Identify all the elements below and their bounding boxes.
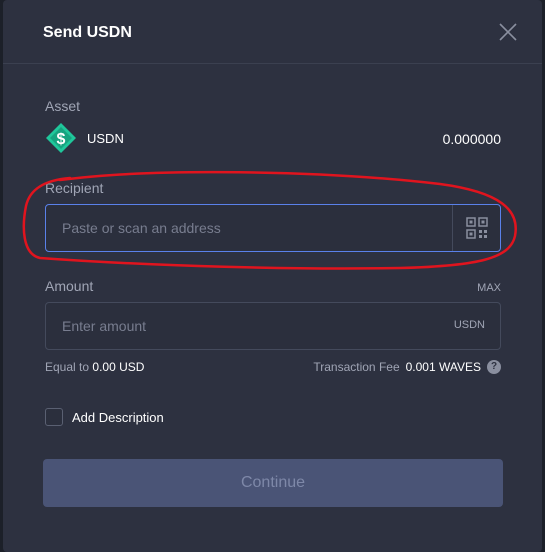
equal-to-prefix: Equal to	[45, 360, 90, 374]
fee-value: 0.001 WAVES	[405, 360, 481, 374]
scan-qr-button[interactable]	[452, 205, 500, 251]
transaction-fee: Transaction Fee 0.001 WAVES ?	[313, 360, 501, 374]
usdn-icon: $	[46, 123, 76, 153]
svg-text:$: $	[57, 131, 66, 148]
fee-prefix: Transaction Fee	[313, 360, 400, 374]
close-icon	[499, 23, 517, 41]
amount-unit: USDN	[453, 319, 485, 331]
modal-header: Send USDN	[3, 0, 542, 64]
continue-button[interactable]: Continue	[43, 459, 503, 507]
amount-input[interactable]	[46, 303, 446, 349]
modal-title: Send USDN	[43, 24, 132, 41]
asset-label: Asset	[45, 98, 81, 114]
qr-code-icon	[466, 217, 488, 239]
recipient-input[interactable]	[46, 205, 446, 251]
asset-name: USDN	[87, 131, 124, 146]
add-description-label[interactable]: Add Description	[72, 410, 164, 425]
equal-to-value: 0.00 USD	[92, 360, 145, 374]
amount-field: USDN	[45, 302, 501, 350]
help-icon[interactable]: ?	[487, 360, 501, 374]
asset-balance: 0.000000	[442, 131, 501, 147]
amount-label: Amount	[45, 278, 94, 294]
max-button[interactable]: MAX	[477, 282, 501, 294]
add-description-checkbox[interactable]	[45, 408, 63, 426]
equal-to-text: Equal to 0.00 USD	[45, 360, 144, 374]
recipient-label: Recipient	[45, 180, 104, 196]
close-button[interactable]	[498, 22, 518, 42]
recipient-field	[45, 204, 501, 252]
send-modal: Send USDN Asset $ USDN 0.000000 Recipien…	[3, 0, 542, 552]
